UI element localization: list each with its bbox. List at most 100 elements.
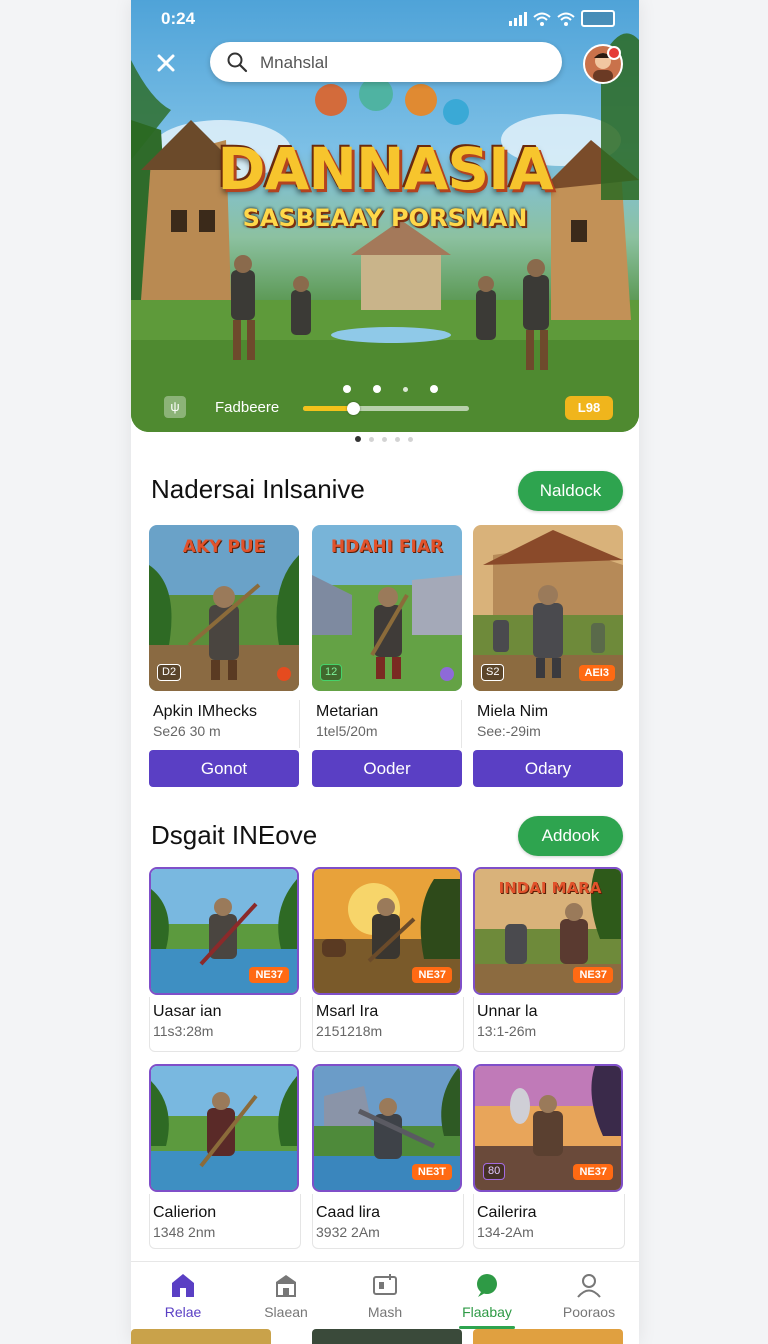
progress-knob[interactable]: [346, 402, 360, 415]
thumbnail-title: AKY PUE: [182, 537, 266, 557]
age-rating-badge: D2: [157, 664, 182, 681]
wifi-icon: [533, 12, 551, 26]
bottom-nav: Relae Slaean Mash Flaabay Pooraos: [131, 1261, 639, 1330]
status-bar: 0:24: [131, 0, 639, 36]
section-title: Dsgait INEove: [151, 820, 318, 850]
game-thumbnail[interactable]: [149, 1064, 299, 1192]
nav-item-store[interactable]: Slaean: [236, 1262, 336, 1330]
game-name: Uasar ian: [153, 1003, 222, 1020]
close-button[interactable]: [149, 46, 183, 80]
progress-fill: [303, 406, 353, 411]
add-button[interactable]: Addook: [518, 816, 623, 856]
hero-title: DANNASIA: [217, 135, 553, 203]
game-thumbnail[interactable]: HDAHI FIAR 12: [312, 525, 462, 691]
game-thumbnail[interactable]: NE37: [312, 867, 462, 995]
hero-badge: L98: [565, 396, 613, 420]
game-thumbnail[interactable]: AKY PUE D2: [149, 525, 299, 691]
game-thumbnail[interactable]: S2 AEI3: [473, 525, 623, 691]
game-action-button[interactable]: Ooder: [312, 750, 462, 787]
game-meta: 2151218m: [316, 1023, 383, 1039]
game-meta: 13:1-26m: [477, 1023, 537, 1039]
search-icon: [227, 52, 248, 73]
game-name: Msarl Ira: [316, 1003, 379, 1020]
game-name: Caad lira: [316, 1204, 381, 1221]
card-divider: [461, 700, 462, 748]
house-icon: [172, 1274, 194, 1297]
page-dot[interactable]: [395, 436, 400, 442]
controller-icon[interactable]: ψ: [164, 396, 186, 418]
page-indicator: [355, 436, 413, 442]
peek-thumbnail: [312, 1329, 462, 1344]
chat-icon: [477, 1274, 497, 1297]
game-name: Metarian: [316, 703, 379, 720]
rating-badge: AEI3: [578, 665, 615, 681]
thumbnail-title: HDAHI FIAR: [330, 537, 444, 557]
signal-icon: [509, 11, 527, 26]
carousel-dot[interactable]: [403, 387, 408, 392]
page-dot[interactable]: [355, 436, 361, 442]
page-dot[interactable]: [369, 436, 374, 442]
profile-icon: [577, 1274, 601, 1298]
age-rating-badge: S2: [481, 664, 505, 681]
game-name: Apkin IMhecks: [153, 703, 258, 720]
carousel-dot[interactable]: [343, 385, 351, 393]
game-name: Calierion: [153, 1204, 217, 1221]
game-meta: Se26 30 m: [153, 723, 221, 739]
game-meta: 134-2Am: [477, 1224, 534, 1240]
status-dot: [277, 667, 291, 681]
rating-badge: NE37: [573, 967, 613, 983]
game-meta: 1tel5/20m: [316, 723, 378, 739]
page-dot[interactable]: [408, 436, 413, 442]
section-title: Nadersai Inlsanive: [151, 474, 365, 504]
nav-item-watch[interactable]: Mash: [335, 1262, 435, 1330]
game-meta: 1348 2nm: [153, 1224, 216, 1240]
game-name: Unnar la: [477, 1003, 538, 1020]
game-thumbnail[interactable]: NE37: [149, 867, 299, 995]
thumbnail-title: INDAI MARA: [498, 879, 602, 897]
status-icons: [509, 10, 615, 27]
notification-badge: [607, 46, 621, 60]
store-icon: [276, 1275, 296, 1297]
status-time: 0:24: [161, 9, 196, 28]
thumbnail-art: [151, 1066, 297, 1190]
rating-badge: NE3T: [411, 1164, 452, 1180]
nav-label: Mash: [367, 1304, 403, 1320]
rating-badge: NE37: [412, 967, 452, 983]
carousel-dot[interactable]: [430, 385, 438, 393]
nav-label: Flaabay: [462, 1304, 512, 1320]
player-label: Fadbeere: [215, 399, 280, 416]
battery-icon: [581, 10, 615, 27]
hero-banner[interactable]: 0:24 DANNASIA SASBEAAY PORSMAN: [131, 0, 639, 432]
tv-icon: [373, 1274, 397, 1295]
peek-thumbnail: [473, 1329, 623, 1344]
card-divider: [299, 700, 300, 748]
nav-item-profile[interactable]: Pooraos: [539, 1262, 639, 1330]
game-action-button[interactable]: Gonot: [149, 750, 299, 787]
game-meta: 11s3:28m: [153, 1023, 214, 1039]
age-rating-badge: 12: [320, 664, 343, 681]
app-screen: 0:24 DANNASIA SASBEAAY PORSMAN: [131, 0, 639, 1344]
add-button[interactable]: Naldock: [518, 471, 623, 511]
game-thumbnail[interactable]: 80 NE37: [473, 1064, 623, 1192]
age-rating-badge: 80: [483, 1163, 506, 1180]
game-thumbnail[interactable]: NE3T: [312, 1064, 462, 1192]
game-name: Cailerira: [477, 1204, 537, 1221]
page-dot[interactable]: [382, 436, 387, 442]
close-icon: [157, 54, 175, 72]
nav-item-chat[interactable]: Flaabay: [437, 1262, 537, 1330]
progress-slider[interactable]: [303, 402, 469, 415]
status-dot: [440, 667, 454, 681]
rating-badge: NE37: [249, 967, 289, 983]
nav-label: Pooraos: [562, 1304, 616, 1320]
rating-badge: NE37: [573, 1164, 613, 1180]
carousel-dot[interactable]: [373, 385, 381, 393]
hero-carousel-dots: [343, 385, 438, 393]
game-thumbnail[interactable]: INDAI MARA NE37: [473, 867, 623, 995]
game-meta: 3932 2Am: [316, 1224, 380, 1240]
nav-item-home[interactable]: Relae: [133, 1262, 233, 1330]
search-input[interactable]: [258, 50, 552, 76]
content-peek: [131, 1329, 639, 1344]
game-action-button[interactable]: Odary: [473, 750, 623, 787]
search-bar[interactable]: [210, 42, 562, 82]
nav-label: Slaean: [264, 1304, 308, 1320]
